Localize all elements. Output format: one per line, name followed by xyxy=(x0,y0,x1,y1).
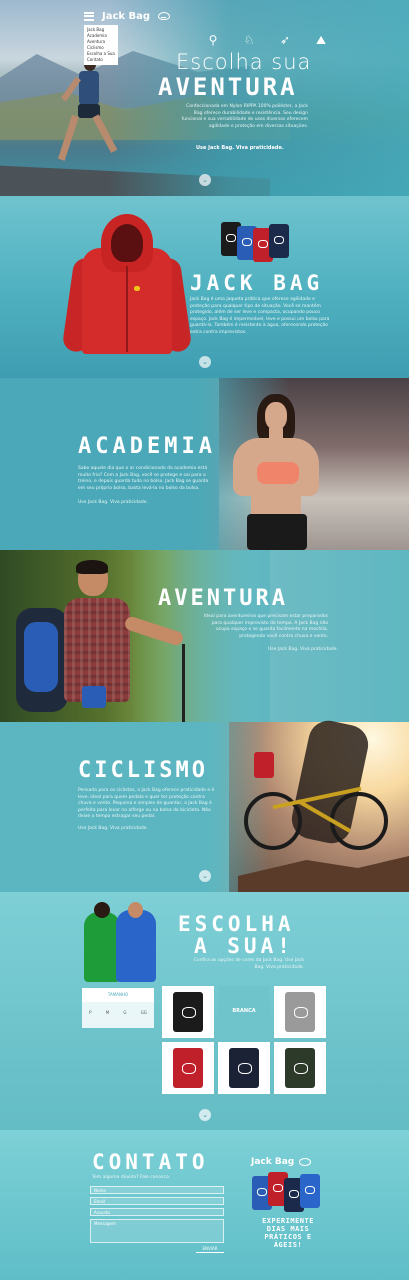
size-selector-header[interactable]: TAMANHO xyxy=(82,988,154,1002)
name-field[interactable]: Nome xyxy=(90,1186,224,1194)
nav-dropdown: Jack Bag Academia Aventura Ciclismo Esco… xyxy=(84,25,118,65)
hero-signature: Use Jack Bag. Viva praticidade. xyxy=(196,145,284,151)
size-option[interactable]: GG xyxy=(141,1010,147,1015)
hero-description: Confeccionada em Nylon RIPPA 100% poliés… xyxy=(181,104,308,129)
ciclismo-title: CICLISMO xyxy=(78,758,208,783)
subject-field[interactable]: Assunto xyxy=(90,1208,224,1216)
color-swatch-black[interactable] xyxy=(162,986,214,1038)
hiker-image xyxy=(16,560,196,722)
bags-image xyxy=(221,222,291,262)
contato-brand: Jack Bag xyxy=(251,1157,295,1167)
sport-icons: ⚲ ♘ ➶ ⛰ xyxy=(206,33,328,48)
aventura-signature: Use Jack Bag. Viva praticidade. xyxy=(268,647,338,652)
aventura-title: AVENTURA xyxy=(158,586,288,611)
size-selector: TAMANHO P M G GG xyxy=(82,988,154,1028)
size-option[interactable]: P xyxy=(89,1010,91,1015)
academia-section xyxy=(0,378,409,550)
runner-icon: ➶ xyxy=(279,33,291,47)
scroll-down-chevron-icon[interactable]: ⌄ xyxy=(199,356,211,368)
send-button[interactable]: ENVIAR xyxy=(196,1245,224,1253)
jackbag-title: JACK BAG xyxy=(190,271,324,295)
hero-title-line1: Escolha sua xyxy=(176,50,312,74)
scroll-down-chevron-icon[interactable]: ⌄ xyxy=(199,174,211,186)
top-nav: Jack Bag xyxy=(84,8,171,24)
models-image xyxy=(84,902,160,982)
cyclist-icon: ♘ xyxy=(243,33,255,47)
color-swatch-grey[interactable] xyxy=(274,986,326,1038)
contato-subtitle: Tem alguma dúvida? Fale conosco. xyxy=(92,1175,171,1180)
escolha-description: Confira as opções de cores da Jack Bag. … xyxy=(193,958,304,970)
jackbag-section: JACK BAG Jack Bag é uma jaqueta prática … xyxy=(0,196,409,378)
contato-tagline: EXPERIMENTE DIAS MAIS PRÁTICOS E ÁGEIS! xyxy=(262,1217,314,1249)
contato-title: CONTATO xyxy=(92,1150,209,1174)
size-option[interactable]: M xyxy=(106,1010,109,1015)
aventura-description: Ideal para aventureiros que precisam est… xyxy=(203,614,328,639)
brand-logo-icon xyxy=(299,1158,311,1166)
brand-logo-icon xyxy=(158,12,171,20)
ciclismo-description: Pensada para os ciclistas, a Jack Bag of… xyxy=(78,788,215,819)
jackbag-description: Jack Bag é uma jaqueta prática que ofere… xyxy=(190,297,330,335)
escolha-title-line2: A SUA! xyxy=(194,934,294,958)
color-swatch-white[interactable]: BRANCA xyxy=(218,986,270,1038)
message-field[interactable]: Mensagem xyxy=(90,1219,224,1243)
selected-color-label: BRANCA xyxy=(232,1008,256,1014)
scroll-down-chevron-icon[interactable]: ⌄ xyxy=(199,870,211,882)
bike-icon: ⚲ xyxy=(208,33,218,47)
color-swatch-navy[interactable] xyxy=(218,1042,270,1094)
academia-signature: Use Jack Bag. Viva praticidade. xyxy=(78,500,148,505)
red-jacket-image xyxy=(61,214,193,354)
escolha-title-line1: ESCOLHA xyxy=(178,912,295,936)
climber-icon: ⛰ xyxy=(315,33,327,47)
contato-bags-image xyxy=(252,1172,322,1212)
academia-description: Sabe aquele dia que o ar condicionado da… xyxy=(78,466,209,491)
hero-title-line2: AVENTURA xyxy=(158,73,298,101)
academia-title: ACADEMIA xyxy=(78,434,216,459)
brand-name[interactable]: Jack Bag xyxy=(102,11,150,22)
athlete-woman-image xyxy=(223,394,333,550)
ciclismo-signature: Use Jack Bag. Viva praticidade. xyxy=(78,826,148,831)
bicycle-image xyxy=(244,752,394,862)
email-field[interactable]: Email xyxy=(90,1197,224,1205)
color-swatch-red[interactable] xyxy=(162,1042,214,1094)
size-option[interactable]: G xyxy=(123,1010,126,1015)
color-swatch-camo[interactable] xyxy=(274,1042,326,1094)
menu-item-contato[interactable]: Contato xyxy=(87,57,115,63)
hamburger-menu-icon[interactable] xyxy=(84,11,94,21)
scroll-down-chevron-icon[interactable]: ⌄ xyxy=(199,1109,211,1121)
